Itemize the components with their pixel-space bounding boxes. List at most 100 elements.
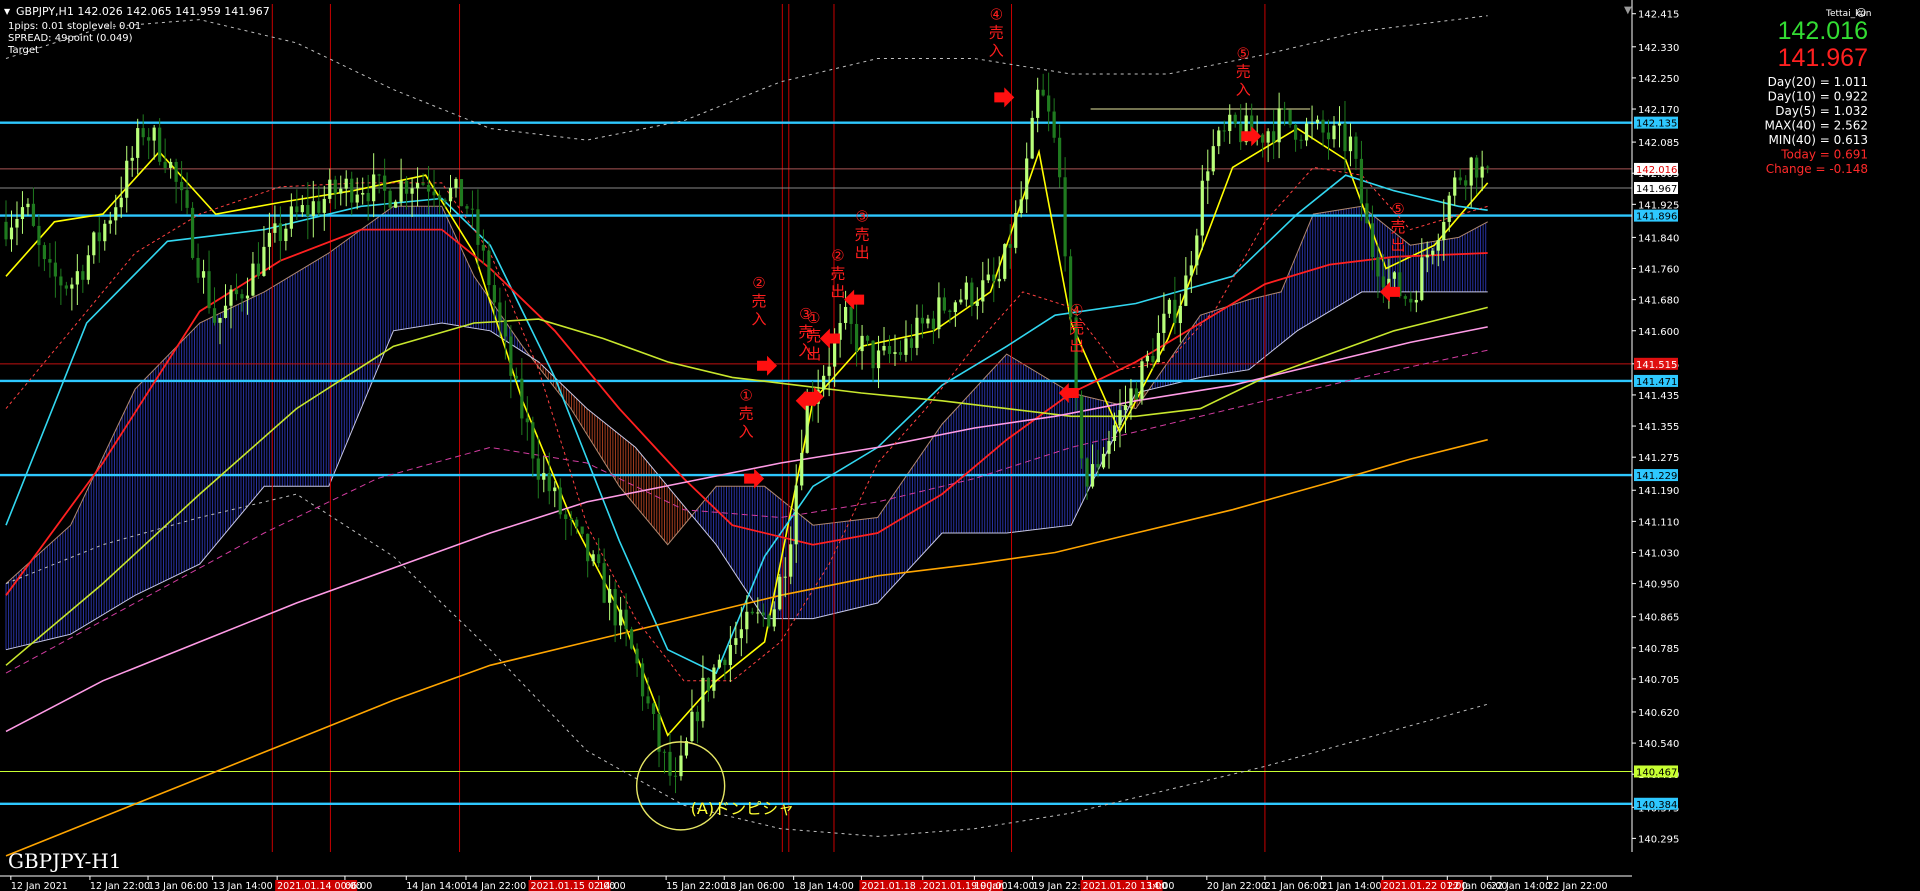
- candle-body: [267, 232, 272, 247]
- candle-body: [531, 422, 535, 459]
- time-label: 13 Jan 06:00: [148, 881, 208, 891]
- price-tag-label: 142.135: [1636, 119, 1677, 130]
- candle-body: [1140, 361, 1144, 400]
- window-menu-icon[interactable]: ▼: [4, 7, 11, 16]
- candle-body: [70, 284, 74, 289]
- candle-body: [322, 198, 326, 213]
- candle-body: [1310, 123, 1314, 125]
- candle-body: [1458, 177, 1462, 181]
- price-chart[interactable]: ① 売入① 売出② 売入② 売出③ 売入③ 売出④ 売入④ 売出⑤ 売入⑤ 売出(A)ドンピシャ 1…: [0, 0, 1920, 891]
- candle-body: [646, 696, 650, 704]
- price-tick-label: 140.950: [1638, 580, 1679, 591]
- candle-body: [662, 751, 667, 753]
- candle-body: [547, 472, 551, 492]
- candle-body: [1222, 130, 1226, 132]
- candle-body: [1486, 166, 1490, 168]
- candle-body: [1063, 177, 1067, 257]
- candle-body: [394, 201, 398, 208]
- candle-body: [948, 310, 952, 313]
- candle-body: [981, 280, 985, 302]
- candle-body: [1173, 299, 1177, 324]
- candle-body: [443, 199, 447, 202]
- candle-body: [959, 299, 963, 303]
- stats-line: Today = 0.691: [1780, 148, 1868, 162]
- candle-body: [1354, 136, 1358, 159]
- candle-body: [1475, 157, 1479, 178]
- candle-body: [778, 576, 782, 610]
- candle-body: [1420, 257, 1424, 300]
- info-line: Target: [7, 45, 39, 56]
- price-tag-label: 141.515: [1636, 360, 1677, 371]
- candle-body: [964, 282, 968, 300]
- time-label: 20 Jan 22:00: [1207, 881, 1267, 891]
- candle-body: [854, 323, 859, 352]
- price-tick-label: 142.250: [1638, 74, 1679, 85]
- candle-body: [1343, 123, 1347, 152]
- candle-body: [1376, 257, 1380, 277]
- candle-body: [1233, 114, 1237, 124]
- candle-body: [1288, 109, 1292, 125]
- ask-price: 142.016: [1778, 17, 1868, 45]
- candle-body: [426, 184, 431, 192]
- candle-body: [1293, 124, 1298, 140]
- candle-body: [1464, 180, 1468, 186]
- candle-body: [1442, 221, 1446, 241]
- candle-body: [1156, 332, 1160, 363]
- price-tag-label: 140.384: [1636, 800, 1677, 811]
- candle-body: [564, 514, 568, 520]
- time-label: 18 Jan 06:00: [724, 881, 784, 891]
- scroll-arrow-icon[interactable]: ▼: [1624, 5, 1632, 16]
- candle-body: [108, 220, 112, 224]
- candle-body: [251, 263, 255, 296]
- candle-body: [185, 190, 189, 208]
- trade-label: ⑤ 売入: [1236, 44, 1251, 98]
- candle-body: [739, 629, 743, 639]
- candle-body: [86, 255, 90, 280]
- candle-body: [262, 246, 266, 276]
- candle-body: [920, 317, 925, 324]
- candle-body: [31, 203, 36, 226]
- price-tick-label: 140.865: [1638, 613, 1679, 624]
- candle-body: [1145, 355, 1150, 362]
- candle-body: [64, 285, 68, 289]
- candle-body: [635, 648, 639, 664]
- candle-body: [503, 320, 507, 337]
- candle-body: [640, 663, 645, 697]
- candle-body: [1118, 410, 1122, 426]
- candle-body: [1003, 244, 1007, 279]
- candle-body: [207, 271, 211, 309]
- time-label: 13 Jan 14:00: [213, 881, 273, 891]
- candle-body: [415, 183, 420, 189]
- candle-body: [119, 197, 123, 208]
- candle-body: [937, 297, 941, 330]
- candle-body: [169, 161, 173, 168]
- candle-body: [399, 180, 403, 202]
- candle-body: [1200, 180, 1204, 236]
- time-label: 19 Jan 14:00: [974, 881, 1034, 891]
- candle-body: [586, 533, 590, 562]
- price-tick-label: 142.415: [1638, 10, 1679, 21]
- candle-body: [717, 659, 721, 668]
- candle-body: [1283, 108, 1287, 110]
- candle-body: [898, 352, 903, 355]
- candle-body: [180, 181, 184, 191]
- candle-body: [602, 563, 606, 603]
- candle-body: [81, 271, 85, 280]
- candle-body: [761, 612, 765, 616]
- candle-body: [1189, 265, 1193, 276]
- candle-body: [37, 225, 41, 246]
- candle-body: [783, 576, 787, 578]
- candle-body: [805, 398, 809, 453]
- candle-body: [42, 245, 47, 260]
- candle-body: [437, 195, 442, 200]
- candle-body: [196, 257, 200, 278]
- candle-body: [136, 128, 140, 158]
- candle-body: [103, 223, 107, 242]
- candle-body: [520, 378, 524, 419]
- candle-body: [201, 271, 206, 278]
- candle-body: [1134, 388, 1139, 400]
- candle-body: [218, 317, 222, 323]
- candle-body: [234, 289, 239, 295]
- candle-body: [1217, 130, 1221, 147]
- candle-body: [4, 221, 8, 240]
